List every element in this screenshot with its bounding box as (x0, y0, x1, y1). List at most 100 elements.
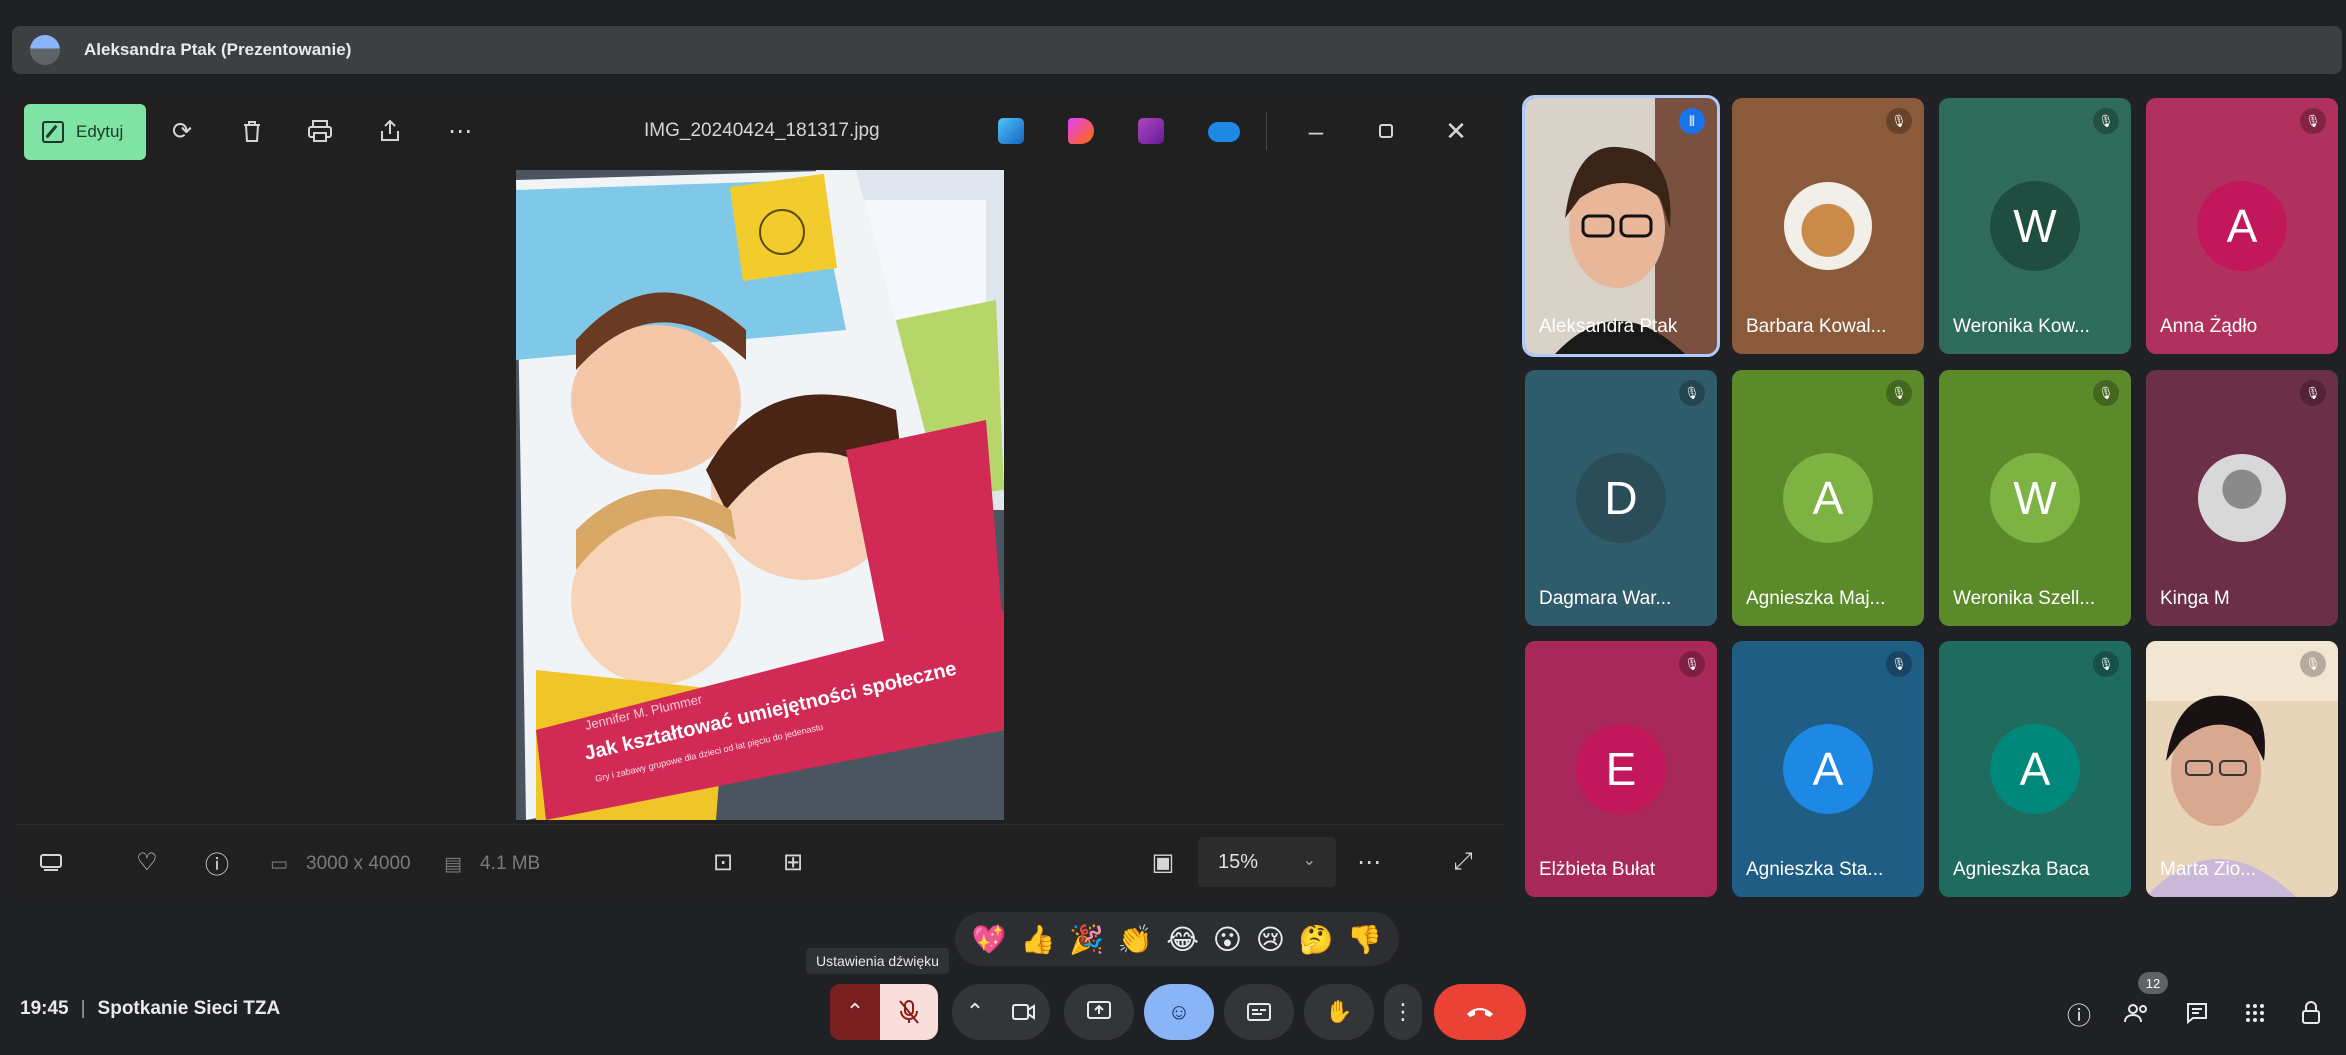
people-icon[interactable] (2120, 996, 2154, 1030)
image-size-icon: ▭ (270, 854, 288, 875)
participant-tile[interactable]: 🎙 Marta Zio... (2146, 641, 2338, 897)
camera-toggle[interactable] (998, 984, 1050, 1040)
participant-tile[interactable]: A 🎙 Agnieszka Sta... (1732, 641, 1924, 897)
participant-initial-avatar: D (1576, 453, 1666, 543)
presenter-label: Aleksandra Ptak (Prezentowanie) (84, 40, 352, 59)
participant-initial-avatar: W (1990, 453, 2080, 543)
hang-up-icon (1467, 1008, 1493, 1017)
meeting-time: 19:45 (20, 998, 69, 1019)
minimize-icon[interactable]: – (1298, 113, 1334, 149)
maximize-icon[interactable] (1368, 113, 1404, 149)
more-options-icon[interactable]: ⋯ (444, 115, 476, 147)
edit-button[interactable]: Edytuj (24, 104, 146, 160)
clipchamp-app-icon[interactable] (1138, 118, 1164, 144)
mic-muted-icon: 🎙 (2093, 651, 2119, 677)
camera-icon (1012, 1004, 1035, 1020)
chat-icon[interactable] (2180, 996, 2214, 1030)
captions-button[interactable] (1224, 984, 1294, 1040)
participant-name: Barbara Kowal... (1746, 316, 1887, 337)
share-icon[interactable] (374, 115, 406, 147)
fullscreen-icon[interactable]: ⤢ (1448, 847, 1478, 877)
host-controls-lock-icon[interactable] (2294, 996, 2328, 1030)
zoom-value: 15% (1218, 850, 1259, 873)
participant-tile[interactable]: W 🎙 Weronika Szell... (1939, 370, 2131, 626)
image-dimensions: 3000 x 4000 (306, 853, 411, 874)
present-screen-button[interactable] (1064, 984, 1134, 1040)
video-settings-button[interactable]: ⌃ (952, 984, 998, 1040)
mic-muted-icon: 🎙 (1886, 108, 1912, 134)
participant-tile[interactable]: A 🎙 Agnieszka Maj... (1732, 370, 1924, 626)
reaction-emoji[interactable]: 😂 (1166, 923, 1199, 956)
reaction-emoji[interactable]: 👏 (1118, 923, 1153, 956)
close-icon[interactable]: ✕ (1438, 113, 1474, 149)
reactions-bar: 💖 👍 🎉 👏 😂 😮 😢 🤔 👎 (955, 912, 1399, 966)
activities-grid-icon[interactable] (2238, 996, 2272, 1030)
participant-name: Dagmara War... (1539, 588, 1672, 609)
rotate-icon[interactable]: ⟳ (166, 115, 198, 147)
participant-tile[interactable]: 🎙 Kinga M (2146, 370, 2338, 626)
participant-name: Weronika Szell... (1953, 588, 2096, 609)
participant-name: Elżbieta Bułat (1539, 859, 1656, 880)
participant-name: Marta Zio... (2160, 859, 2257, 880)
more-options-icon[interactable]: ⋮ (1384, 984, 1422, 1040)
participant-tile[interactable]: D 🎙 Dagmara War... (1525, 370, 1717, 626)
participant-tile[interactable]: W 🎙 Weronika Kow... (1939, 98, 2131, 354)
designer-app-icon[interactable] (1068, 118, 1094, 144)
meeting-info-separator: | (80, 998, 86, 1019)
leave-call-button[interactable] (1434, 984, 1526, 1040)
delete-icon[interactable] (236, 115, 268, 147)
file-name: IMG_20240424_181317.jpg (644, 120, 880, 141)
filmstrip-icon[interactable] (36, 847, 66, 877)
participant-tile[interactable]: A 🎙 Agnieszka Baca (1939, 641, 2131, 897)
fit-view-icon[interactable]: ⊡ (708, 847, 738, 877)
reaction-emoji[interactable]: 🤔 (1299, 923, 1334, 956)
mic-muted-icon: 🎙 (2093, 108, 2119, 134)
speaking-indicator-icon: ⦀ (1679, 108, 1705, 134)
screenshot-icon[interactable]: ▣ (1148, 847, 1178, 877)
participant-tile[interactable]: 🎙 Barbara Kowal... (1732, 98, 1924, 354)
participant-initial-avatar: A (1783, 724, 1873, 814)
participant-initial-avatar: W (1990, 181, 2080, 271)
participant-name: Aleksandra Ptak (1539, 316, 1678, 337)
meeting-info: 19:45 | Spotkanie Sieci TZA (20, 998, 280, 1020)
reaction-emoji[interactable]: 😮 (1213, 923, 1242, 956)
presenter-avatar (30, 35, 60, 65)
more-options-icon[interactable]: ⋯ (1354, 847, 1384, 877)
info-icon[interactable]: ⓘ (202, 847, 232, 879)
captions-icon (1247, 1003, 1271, 1021)
zoom-dropdown[interactable]: 15% ⌄ (1198, 837, 1336, 887)
present-icon (1087, 1001, 1111, 1019)
participant-name: Anna Żądło (2160, 316, 2258, 337)
reaction-emoji[interactable]: 👍 (1020, 923, 1055, 956)
participant-name: Agnieszka Sta... (1746, 859, 1884, 880)
paint-app-icon[interactable] (998, 118, 1024, 144)
mic-muted-icon: 🎙 (1886, 380, 1912, 406)
photos-status-bar: ♡ ⓘ ▭ 3000 x 4000 ▤ 4.1 MB ⊡ ⊞ ▣ 15% ⌄ ⋯… (14, 824, 1504, 898)
reaction-emoji[interactable]: 💖 (972, 923, 1007, 956)
mic-muted-icon: 🎙 (2093, 380, 2119, 406)
raise-hand-button[interactable]: ✋ (1304, 984, 1374, 1040)
meeting-name: Spotkanie Sieci TZA (97, 998, 281, 1019)
print-icon[interactable] (304, 115, 336, 147)
microphone-toggle[interactable] (880, 984, 938, 1040)
participant-tile[interactable]: E 🎙 Elżbieta Bułat (1525, 641, 1717, 897)
onedrive-icon[interactable] (1208, 122, 1240, 142)
actual-size-icon[interactable]: ⊞ (778, 847, 808, 877)
photos-toolbar: Edytuj ⟳ ⋯ IMG_20240424_181317.jpg – ✕ (14, 98, 1504, 164)
participant-count-badge: 12 (2138, 972, 2168, 994)
participant-name: Weronika Kow... (1953, 316, 2090, 337)
participant-name: Kinga M (2160, 588, 2230, 609)
emoji-reactions-button[interactable]: ☺ (1144, 984, 1214, 1040)
reaction-emoji[interactable]: 😢 (1256, 923, 1285, 956)
participant-tile[interactable]: A 🎙 Anna Żądło (2146, 98, 2338, 354)
audio-settings-tooltip: Ustawienia dźwięku (806, 948, 949, 974)
reaction-emoji[interactable]: 👎 (1347, 923, 1382, 956)
participant-tile[interactable]: ⦀ Aleksandra Ptak (1522, 95, 1720, 357)
favorite-icon[interactable]: ♡ (132, 847, 162, 877)
meeting-details-icon[interactable]: ⓘ (2062, 996, 2096, 1030)
mic-off-icon (899, 1000, 919, 1024)
reaction-emoji[interactable]: 🎉 (1069, 923, 1104, 956)
mic-muted-icon: 🎙 (1679, 380, 1705, 406)
audio-settings-button[interactable]: ⌃ (830, 984, 880, 1040)
participant-name: Agnieszka Maj... (1746, 588, 1886, 609)
